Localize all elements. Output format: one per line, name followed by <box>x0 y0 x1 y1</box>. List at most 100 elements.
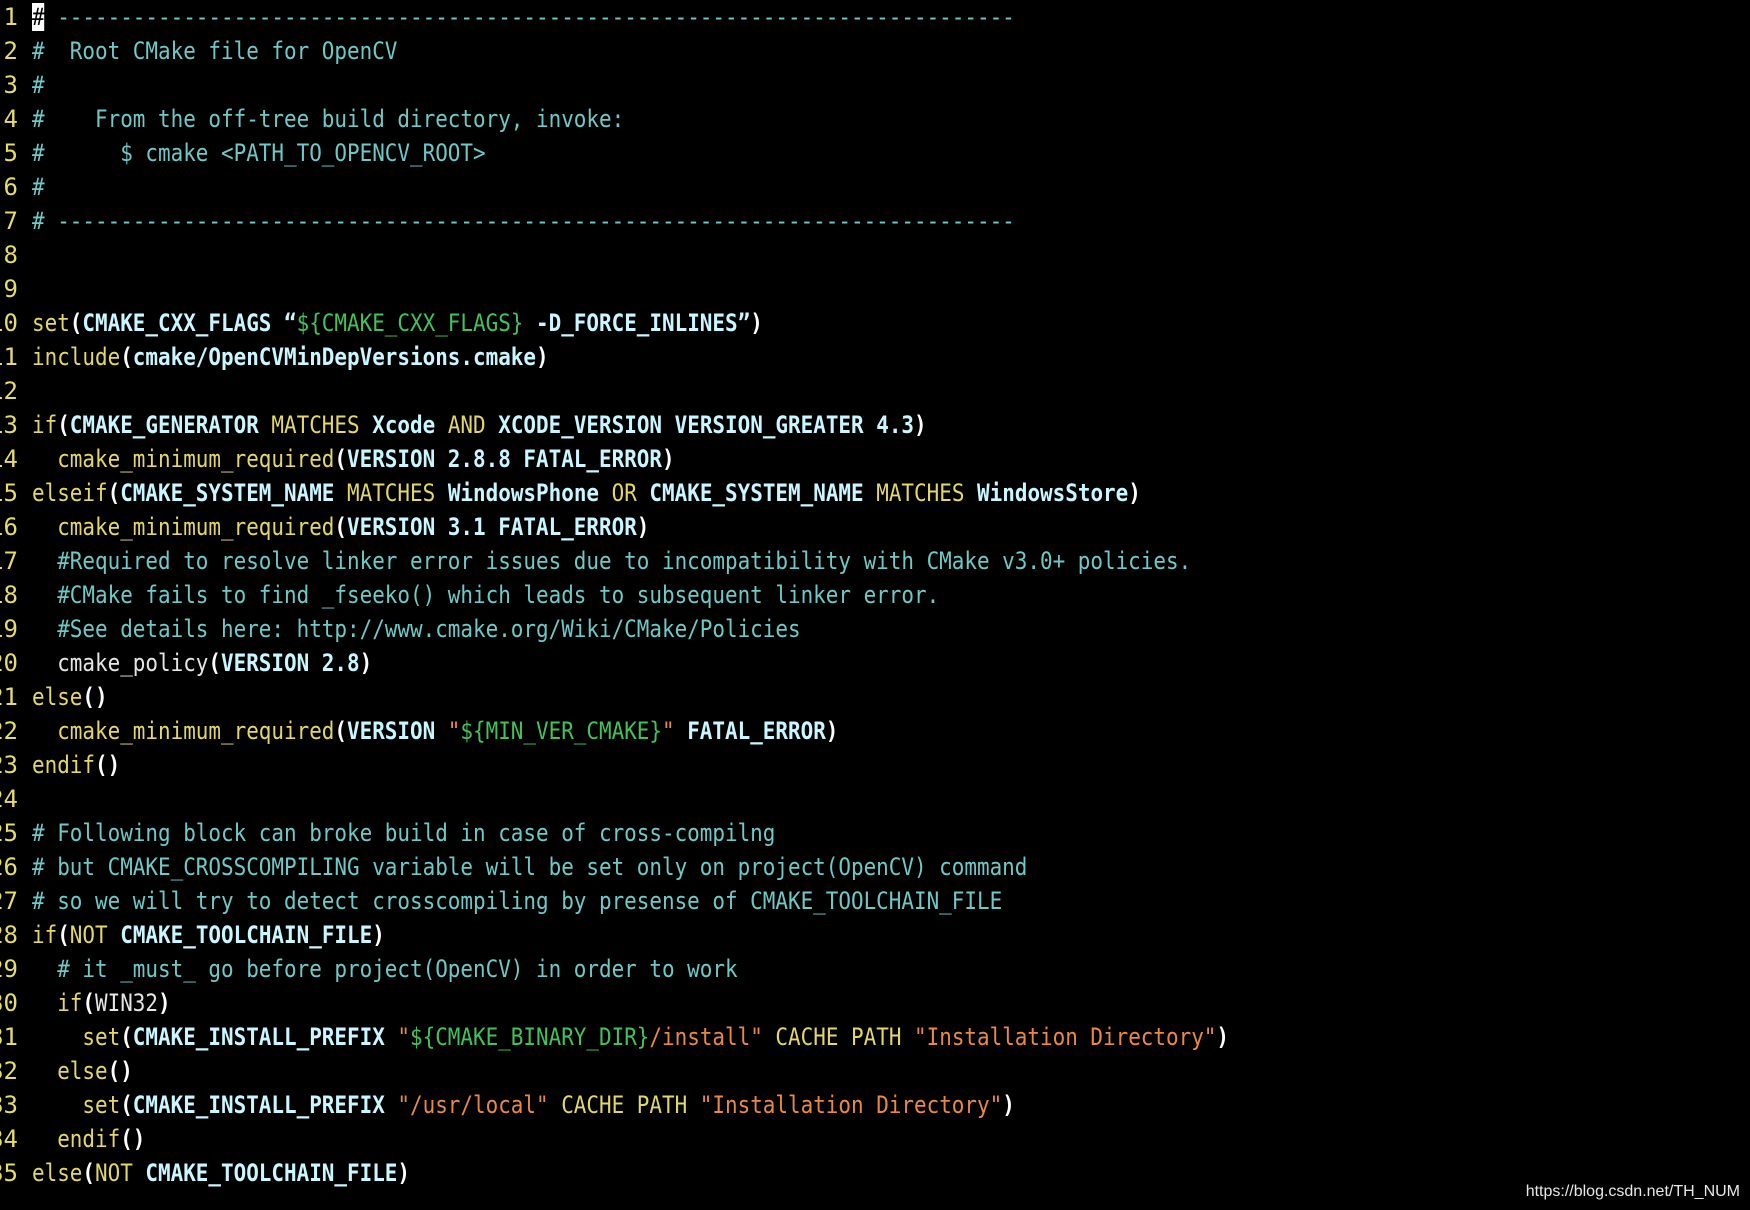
code-line[interactable]: 22 cmake_minimum_required(VERSION "${MIN… <box>0 714 1750 748</box>
code-line[interactable]: 11 include(cmake/OpenCVMinDepVersions.cma… <box>0 340 1750 374</box>
code-line[interactable]: 34 endif() <box>0 1122 1750 1156</box>
line-text[interactable]: # but CMAKE_CROSSCOMPILING variable will… <box>32 850 1027 884</box>
code-line[interactable]: 15elseif(CMAKE_SYSTEM_NAME MATCHES Windo… <box>0 476 1750 510</box>
line-text[interactable]: #CMake fails to find _fseeko() which lea… <box>32 578 939 612</box>
line-text[interactable]: set(CMAKE_CXX_FLAGS “${CMAKE_CXX_FLAGS} … <box>32 306 763 340</box>
line-text[interactable]: # Following block can broke build in cas… <box>32 816 775 850</box>
code-line[interactable]: 8 <box>0 238 1750 272</box>
string-literal: "Installation Directory" <box>699 1091 1003 1119</box>
line-text[interactable]: else() <box>32 680 108 714</box>
code-line[interactable]: 21 else() <box>0 680 1750 714</box>
line-number: 26 <box>0 853 18 881</box>
line-text[interactable]: # <box>32 170 45 204</box>
paren-close: ) <box>750 309 763 337</box>
line-text[interactable]: cmake_minimum_required(VERSION 3.1 FATAL… <box>32 510 649 544</box>
line-text[interactable]: cmake_minimum_required(VERSION "${MIN_VE… <box>32 714 838 748</box>
code-line[interactable]: 33 set(CMAKE_INSTALL_PREFIX "/usr/local"… <box>0 1088 1750 1122</box>
command-keyword: cmake_minimum_required <box>32 445 335 473</box>
code-line[interactable]: 14 cmake_minimum_required(VERSION 2.8.8 … <box>0 442 1750 476</box>
option-keyword: CACHE PATH <box>762 1023 915 1051</box>
code-line[interactable]: 4 # From the off-tree build directory, in… <box>0 102 1750 136</box>
line-number: 20 <box>0 649 18 677</box>
code-view[interactable]: 1 # -------------------------------------… <box>0 0 1750 1190</box>
code-line[interactable]: 32 else() <box>0 1054 1750 1088</box>
code-line[interactable]: 25 # Following block can broke build in c… <box>0 816 1750 850</box>
code-line[interactable]: 10 set(CMAKE_CXX_FLAGS “${CMAKE_CXX_FLAGS… <box>0 306 1750 340</box>
paren-close: ) <box>1216 1023 1230 1051</box>
line-text[interactable]: # so we will try to detect crosscompilin… <box>32 884 1002 918</box>
paren-pair: () <box>94 751 121 779</box>
command-keyword: elseif <box>32 479 108 507</box>
line-text[interactable]: include(cmake/OpenCVMinDepVersions.cmake… <box>32 340 549 374</box>
line-text[interactable]: # --------------------------------------… <box>32 204 1015 238</box>
operator-keyword: MATCHES <box>271 411 360 439</box>
line-text[interactable]: else(NOT CMAKE_TOOLCHAIN_FILE) <box>32 1156 410 1190</box>
paren-open: ( <box>120 1023 133 1051</box>
code-line[interactable]: 23 endif() <box>0 748 1750 782</box>
line-text[interactable]: else() <box>32 1054 133 1088</box>
line-text[interactable]: set(CMAKE_INSTALL_PREFIX "${CMAKE_BINARY… <box>32 1020 1229 1054</box>
comment-text: #Required to resolve linker error issues… <box>32 547 1192 575</box>
line-text[interactable]: # Root CMake file for OpenCV <box>32 34 397 68</box>
code-line[interactable]: 13 if(CMAKE_GENERATOR MATCHES Xcode AND X… <box>0 408 1750 442</box>
line-text[interactable]: #Required to resolve linker error issues… <box>32 544 1191 578</box>
command-keyword: else <box>32 683 83 711</box>
line-text[interactable]: # From the off-tree build directory, inv… <box>32 102 624 136</box>
line-text[interactable]: cmake_policy(VERSION 2.8) <box>32 646 372 680</box>
code-line[interactable]: 17 #Required to resolve linker error iss… <box>0 544 1750 578</box>
line-text[interactable]: # --------------------------------------… <box>32 0 1015 34</box>
line-text[interactable]: #See details here: http://www.cmake.org/… <box>32 612 800 646</box>
code-line[interactable]: 19 #See details here: http://www.cmake.o… <box>0 612 1750 646</box>
code-line[interactable]: 20 cmake_policy(VERSION 2.8) <box>0 646 1750 680</box>
variable-ref: ${CMAKE_BINARY_DIR} <box>410 1023 650 1051</box>
line-text[interactable]: endif() <box>32 748 120 782</box>
paren-open: ( <box>57 921 70 949</box>
line-text[interactable]: # it _must_ go before project(OpenCV) in… <box>32 952 737 986</box>
code-line[interactable]: 28 if(NOT CMAKE_TOOLCHAIN_FILE) <box>0 918 1750 952</box>
code-line[interactable]: 5 # $ cmake <PATH_TO_OPENCV_ROOT> <box>0 136 1750 170</box>
paren-open: ( <box>334 717 347 745</box>
code-line[interactable]: 30 if(WIN32) <box>0 986 1750 1020</box>
code-line[interactable]: 16 cmake_minimum_required(VERSION 3.1 FA… <box>0 510 1750 544</box>
code-line[interactable]: 9 <box>0 272 1750 306</box>
line-text[interactable]: endif() <box>32 1122 145 1156</box>
paren-close: ) <box>825 717 839 745</box>
code-line[interactable]: 35 else(NOT CMAKE_TOOLCHAIN_FILE) <box>0 1156 1750 1190</box>
code-line[interactable]: 12 <box>0 374 1750 408</box>
code-line[interactable]: 29 # it _must_ go before project(OpenCV)… <box>0 952 1750 986</box>
operator-keyword: MATCHES <box>347 479 436 507</box>
line-number: 24 <box>0 785 18 813</box>
paren-close: ) <box>1002 1091 1015 1119</box>
line-text[interactable]: elseif(CMAKE_SYSTEM_NAME MATCHES Windows… <box>32 476 1141 510</box>
line-text[interactable]: cmake_minimum_required(VERSION 2.8.8 FAT… <box>32 442 675 476</box>
paren-open: ( <box>57 411 70 439</box>
paren-close: ) <box>661 445 675 473</box>
argument-text: CMAKE_INSTALL_PREFIX <box>132 1023 398 1051</box>
line-text[interactable]: # $ cmake <PATH_TO_OPENCV_ROOT> <box>32 136 486 170</box>
code-line[interactable]: 26 # but CMAKE_CROSSCOMPILING variable wi… <box>0 850 1750 884</box>
line-text[interactable]: set(CMAKE_INSTALL_PREFIX "/usr/local" CA… <box>32 1088 1015 1122</box>
code-line[interactable]: 3 # <box>0 68 1750 102</box>
comment-text: ----------------------------------------… <box>44 3 1015 31</box>
argument-text: XCODE_VERSION VERSION_GREATER 4.3 <box>485 411 915 439</box>
line-number: 29 <box>0 955 18 983</box>
code-editor[interactable]: 1 # -------------------------------------… <box>0 0 1750 1210</box>
code-line[interactable]: 31 set(CMAKE_INSTALL_PREFIX "${CMAKE_BIN… <box>0 1020 1750 1054</box>
comment-text: # --------------------------------------… <box>32 207 1015 235</box>
argument-text: -D_FORCE_INLINES” <box>523 309 751 337</box>
argument-text: CMAKE_SYSTEM_NAME <box>120 479 348 507</box>
code-line[interactable]: 27 # so we will try to detect crosscompil… <box>0 884 1750 918</box>
line-number: 27 <box>0 887 18 915</box>
comment-text: # $ cmake <PATH_TO_OPENCV_ROOT> <box>32 139 486 167</box>
code-line[interactable]: 24 <box>0 782 1750 816</box>
code-line[interactable]: 1 # -------------------------------------… <box>0 0 1750 34</box>
line-text[interactable]: # <box>32 68 45 102</box>
code-line[interactable]: 6 # <box>0 170 1750 204</box>
line-text[interactable]: if(NOT CMAKE_TOOLCHAIN_FILE) <box>32 918 385 952</box>
line-text[interactable]: if(CMAKE_GENERATOR MATCHES Xcode AND XCO… <box>32 408 927 442</box>
line-text[interactable]: if(WIN32) <box>32 986 170 1020</box>
code-line[interactable]: 18 #CMake fails to find _fseeko() which … <box>0 578 1750 612</box>
code-line[interactable]: 7 # -------------------------------------… <box>0 204 1750 238</box>
paren-close: ) <box>914 411 927 439</box>
code-line[interactable]: 2 # Root CMake file for OpenCV <box>0 34 1750 68</box>
